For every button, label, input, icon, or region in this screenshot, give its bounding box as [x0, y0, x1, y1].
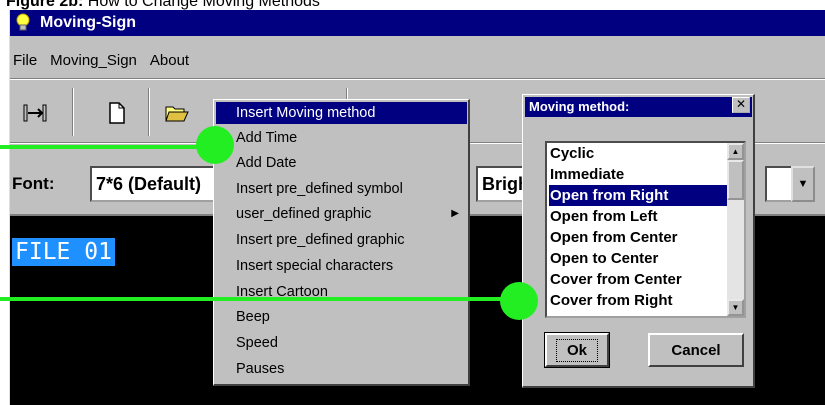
list-item[interactable]: Open to Center	[549, 248, 729, 269]
list-item[interactable]: Cover from Right	[549, 290, 729, 311]
moving-method-list[interactable]: Cyclic Immediate Open from Right Open fr…	[545, 141, 746, 318]
menu-item-user-graphic[interactable]: user_defined graphic ▶	[216, 203, 467, 225]
menu-item-insert-moving-method[interactable]: Insert Moving method	[216, 102, 467, 124]
align-stretch-icon[interactable]	[18, 96, 52, 130]
context-menu: Insert Moving method Add Time Add Date I…	[213, 99, 470, 386]
callout-dot-menu	[196, 126, 234, 164]
list-item[interactable]: Open from Left	[549, 206, 729, 227]
menu-item-special-characters[interactable]: Insert special characters	[216, 255, 467, 277]
menu-item-beep[interactable]: Beep	[216, 306, 467, 328]
submenu-arrow-icon: ▶	[451, 208, 459, 219]
callout-dot-list	[500, 282, 538, 320]
scroll-down-icon[interactable]: ▼	[727, 299, 744, 316]
font-label: Font:	[12, 174, 55, 193]
moving-method-dialog: Moving method: ✕ Cyclic Immediate Open f…	[522, 94, 755, 388]
window-title: Moving-Sign	[40, 14, 136, 31]
menu-about[interactable]: About	[150, 52, 189, 69]
open-folder-icon[interactable]	[160, 96, 194, 130]
menu-item-add-time[interactable]: Add Time	[216, 127, 467, 149]
menu-divider	[10, 78, 825, 80]
chevron-down-icon[interactable]: ▼	[791, 166, 815, 202]
callout-line-menu	[0, 145, 200, 149]
editor-text: FILE 01	[12, 238, 115, 266]
font-select[interactable]: 7*6 (Default)	[90, 166, 230, 202]
new-file-icon[interactable]	[100, 96, 134, 130]
title-bar: Moving-Sign	[10, 10, 825, 36]
dialog-title: Moving method:	[525, 97, 752, 117]
cancel-button[interactable]: Cancel	[648, 333, 744, 367]
list-item[interactable]: Cover from Center	[549, 269, 729, 290]
menu-item-speed[interactable]: Speed	[216, 332, 467, 354]
menu-item-insert-symbol[interactable]: Insert pre_defined symbol	[216, 178, 467, 200]
menu-moving-sign[interactable]: Moving_Sign	[50, 52, 137, 69]
close-icon[interactable]: ✕	[732, 97, 750, 113]
menu-item-pauses[interactable]: Pauses	[216, 358, 467, 380]
menu-item-insert-graphic[interactable]: Insert pre_defined graphic	[216, 229, 467, 251]
toolbar-separator	[148, 88, 150, 136]
list-item[interactable]: Immediate	[549, 164, 729, 185]
menu-item-add-date[interactable]: Add Date	[216, 152, 467, 174]
list-scrollbar[interactable]: ▲ ▼	[727, 143, 744, 316]
list-item[interactable]: Open from Center	[549, 227, 729, 248]
lightbulb-icon	[12, 12, 34, 34]
scroll-thumb[interactable]	[727, 160, 744, 200]
list-item[interactable]: Cyclic	[549, 143, 729, 164]
menu-file[interactable]: File	[13, 52, 37, 69]
ok-button[interactable]: Ok	[544, 332, 610, 368]
list-item[interactable]: Open from Right	[549, 185, 729, 206]
scroll-up-icon[interactable]: ▲	[727, 143, 744, 160]
toolbar-separator	[72, 88, 74, 136]
menu-bar: File Moving_Sign About	[10, 48, 199, 72]
callout-line-list	[0, 297, 505, 301]
